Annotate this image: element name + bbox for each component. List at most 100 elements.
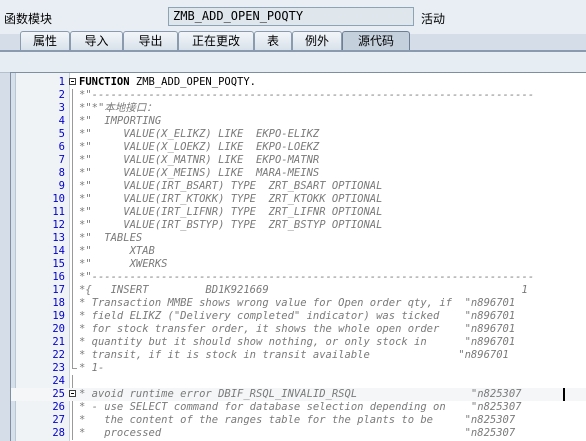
code-comment: * avoid runtime error DBIF_RSQL_INVALID_… bbox=[79, 388, 522, 400]
code-line[interactable]: 28 * processed "n825307 bbox=[11, 427, 586, 440]
code-line[interactable]: 24 bbox=[11, 375, 586, 388]
code-line[interactable]: 10 *" VALUE(IRT_KTOKK) TYPE ZRT_KTOKK OPT… bbox=[11, 193, 586, 206]
tab-attributes[interactable]: 属性 bbox=[20, 31, 70, 50]
function-module-name-field[interactable]: ZMB_ADD_OPEN_POQTY bbox=[168, 7, 414, 26]
function-module-label: 函数模块 bbox=[4, 12, 53, 26]
code-line[interactable]: 21 * quantity but it should show nothing,… bbox=[11, 336, 586, 349]
code-comment: *" XTAB bbox=[79, 245, 155, 257]
code-line[interactable]: 2 *"-------------------------------------… bbox=[11, 89, 586, 102]
fold-guide-line bbox=[69, 349, 77, 362]
line-number: 27 bbox=[52, 414, 65, 426]
code-comment: *" VALUE(IRT_BSTYP) TYPE ZRT_BSTYP OPTIO… bbox=[79, 219, 383, 231]
code-line[interactable]: 4 *" IMPORTING bbox=[11, 115, 586, 128]
code-line[interactable]: 27 * the content of the ranges table for … bbox=[11, 414, 586, 427]
line-number: 22 bbox=[52, 349, 65, 361]
code-line[interactable]: 12 *" VALUE(IRT_BSTYP) TYPE ZRT_BSTYP OPT… bbox=[11, 219, 586, 232]
code-line[interactable]: 15 *" XWERKS bbox=[11, 258, 586, 271]
code-line[interactable]: 26 * - use SELECT command for database se… bbox=[11, 401, 586, 414]
code-comment: * the content of the ranges table for th… bbox=[79, 414, 516, 426]
fold-guide-line bbox=[69, 193, 77, 206]
tab-export[interactable]: 导出 bbox=[123, 31, 178, 50]
code-statement: FUNCTION ZMB_ADD_OPEN_POQTY. bbox=[79, 76, 257, 88]
line-number: 4 bbox=[58, 115, 65, 127]
fold-guide-line bbox=[69, 310, 77, 323]
line-number: 28 bbox=[52, 427, 65, 439]
fold-guide-line bbox=[69, 375, 77, 388]
code-line[interactable]: 1 FUNCTION ZMB_ADD_OPEN_POQTY. bbox=[11, 76, 586, 89]
code-line[interactable]: 16 *"------------------------------------… bbox=[11, 271, 586, 284]
code-comment: * for stock transfer order, it shows the… bbox=[79, 323, 516, 335]
line-number: 20 bbox=[52, 323, 65, 335]
fold-guide-line bbox=[69, 284, 77, 297]
text-cursor bbox=[563, 388, 565, 401]
code-comment: *" VALUE(X_LOEKZ) LIKE EKPO-LOEKZ bbox=[79, 141, 320, 153]
tab-changing[interactable]: 正在更改 bbox=[178, 31, 254, 50]
tab-source-code[interactable]: 源代码 bbox=[342, 31, 410, 50]
line-number: 16 bbox=[52, 271, 65, 283]
fold-guide-line bbox=[69, 154, 77, 167]
code-comment: *" VALUE(IRT_BSART) TYPE ZRT_BSART OPTIO… bbox=[79, 180, 383, 192]
code-comment: * - use SELECT command for database sele… bbox=[79, 401, 522, 413]
line-number: 5 bbox=[58, 128, 65, 140]
line-number: 24 bbox=[52, 375, 65, 387]
fold-guide-line bbox=[69, 232, 77, 245]
fold-guide-line bbox=[69, 89, 77, 102]
line-number: 26 bbox=[52, 401, 65, 413]
code-comment: *"--------------------------------------… bbox=[79, 89, 535, 101]
code-comment: *" VALUE(X_MEINS) LIKE MARA-MEINS bbox=[79, 167, 320, 179]
code-line[interactable]: 3 *"*"本地接口： bbox=[11, 102, 586, 115]
fold-guide-line bbox=[69, 297, 77, 310]
line-number: 11 bbox=[52, 206, 65, 218]
code-line[interactable]: 7 *" VALUE(X_MATNR) LIKE EKPO-MATNR bbox=[11, 154, 586, 167]
function-module-header: 函数模块 ZMB_ADD_OPEN_POQTY 活动 bbox=[0, 0, 586, 34]
fold-guide-line bbox=[69, 414, 77, 427]
line-number: 14 bbox=[52, 245, 65, 257]
code-line[interactable]: 13 *" TABLES bbox=[11, 232, 586, 245]
code-line[interactable]: 22 * transit, if it is stock in transit a… bbox=[11, 349, 586, 362]
code-comment: * Transaction MMBE shows wrong value for… bbox=[79, 297, 516, 309]
fold-guide-line bbox=[69, 271, 77, 284]
line-number: 25 bbox=[52, 388, 65, 400]
tab-tables[interactable]: 表 bbox=[254, 31, 292, 50]
code-line[interactable]: 23 * 1- bbox=[11, 362, 586, 375]
code-line[interactable]: 17 *{ INSERT BD1K921669 1 bbox=[11, 284, 586, 297]
code-line[interactable]: 20 * for stock transfer order, it shows t… bbox=[11, 323, 586, 336]
code-line[interactable]: 25 * avoid runtime error DBIF_RSQL_INVALI… bbox=[11, 388, 586, 401]
code-comment: * quantity but it should show nothing, o… bbox=[79, 336, 516, 348]
line-number: 7 bbox=[58, 154, 65, 166]
line-number: 12 bbox=[52, 219, 65, 231]
line-number: 15 bbox=[52, 258, 65, 270]
fold-guide-line bbox=[69, 258, 77, 271]
fold-guide-line bbox=[69, 245, 77, 258]
fold-collapse-icon[interactable] bbox=[69, 388, 77, 401]
code-line[interactable]: 18 * Transaction MMBE shows wrong value f… bbox=[11, 297, 586, 310]
code-comment: *" IMPORTING bbox=[79, 115, 162, 127]
fold-guide-line bbox=[69, 102, 77, 115]
line-number: 13 bbox=[52, 232, 65, 244]
tab-import[interactable]: 导入 bbox=[70, 31, 123, 50]
fold-collapse-icon[interactable] bbox=[69, 76, 77, 89]
fold-guide-line bbox=[69, 427, 77, 440]
code-comment: *"*"本地接口： bbox=[79, 102, 157, 114]
code-line[interactable]: 9 *" VALUE(IRT_BSART) TYPE ZRT_BSART OPTI… bbox=[11, 180, 586, 193]
fold-guide-line bbox=[69, 180, 77, 193]
source-code-editor[interactable]: 1 FUNCTION ZMB_ADD_OPEN_POQTY. 2 *"--------… bbox=[10, 72, 586, 441]
fold-guide-line bbox=[69, 128, 77, 141]
code-line[interactable]: 11 *" VALUE(IRT_LIFNR) TYPE ZRT_LIFNR OPT… bbox=[11, 206, 586, 219]
code-comment: *{ INSERT BD1K921669 1 bbox=[79, 284, 528, 296]
code-line[interactable]: 8 *" VALUE(X_MEINS) LIKE MARA-MEINS bbox=[11, 167, 586, 180]
code-comment: * transit, if it is stock in transit ava… bbox=[79, 349, 509, 361]
code-comment: * field ELIKZ ("Delivery completed" indi… bbox=[79, 310, 516, 322]
code-line[interactable]: 6 *" VALUE(X_LOEKZ) LIKE EKPO-LOEKZ bbox=[11, 141, 586, 154]
code-line[interactable]: 14 *" XTAB bbox=[11, 245, 586, 258]
code-line[interactable]: 5 *" VALUE(X_ELIKZ) LIKE EKPO-ELIKZ bbox=[11, 128, 586, 141]
code-comment: *" VALUE(X_ELIKZ) LIKE EKPO-ELIKZ bbox=[79, 128, 320, 140]
code-line[interactable]: 19 * field ELIKZ ("Delivery completed" in… bbox=[11, 310, 586, 323]
line-number: 1 bbox=[58, 76, 65, 88]
fold-guide-line bbox=[69, 323, 77, 336]
code-comment: *"--------------------------------------… bbox=[79, 271, 535, 283]
code-comment: * 1- bbox=[79, 362, 105, 374]
code-comment: *" VALUE(IRT_LIFNR) TYPE ZRT_LIFNR OPTIO… bbox=[79, 206, 383, 218]
line-number: 3 bbox=[58, 102, 65, 114]
tab-exceptions[interactable]: 例外 bbox=[292, 31, 342, 50]
